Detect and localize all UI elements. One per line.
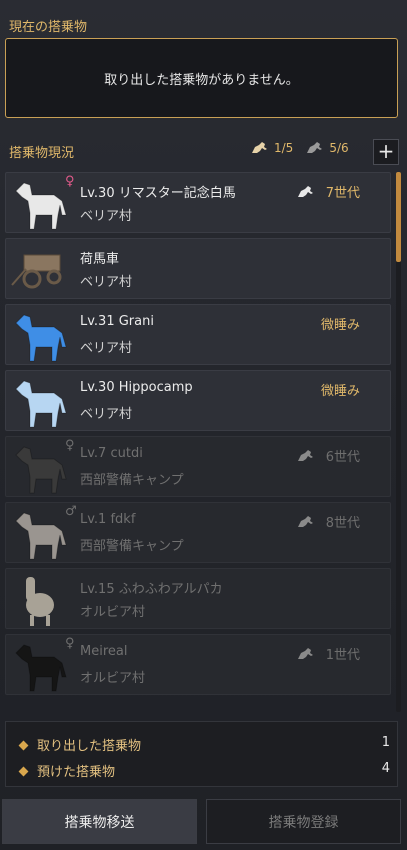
mount-generation: 8世代 [296,512,360,531]
count-stored: 5/6 [329,141,349,155]
register-button[interactable]: 搭乗物登録 [206,799,401,844]
mount-name: Lv.30 リマスター記念白馬 [80,186,236,201]
mount-row[interactable]: ♀ Lv.7 cutdi 西部警備キャンプ 6世代 [5,436,391,497]
wagon-icon [11,254,62,289]
generation-text: 6世代 [325,450,360,465]
mount-location: ベリア村 [80,275,133,290]
transfer-button[interactable]: 搭乗物移送 [2,799,197,844]
summary-out-label: 取り出した搭乗物 [37,739,142,754]
gender-icon: ♂ [65,504,77,519]
mount-state: 微睡み [320,318,360,333]
gender-icon: ♀ [65,636,75,651]
summary-box: 取り出した搭乗物 1 預けた搭乗物 4 [5,721,398,787]
mount-location: ベリア村 [80,209,133,224]
mount-row[interactable]: Lv.31 Grani ベリア村 微睡み [5,304,391,365]
mount-row[interactable]: Lv.30 Hippocamp ベリア村 微睡み [5,370,391,431]
mount-generation: 7世代 [296,182,360,201]
mount-name: Lv.31 Grani [80,314,154,329]
mount-name: Lv.7 cutdi [80,446,143,461]
horse-icon [15,182,67,230]
mount-location: 西部警備キャンプ [80,473,184,488]
generation-text: 7世代 [325,186,360,201]
summary-stored-label: 預けた搭乗物 [37,765,116,780]
count-out: 1/5 [274,141,294,155]
mount-status-title: 搭乗物現況 [9,146,75,161]
generation-horse-icon [297,185,313,197]
mount-generation: 6世代 [296,446,360,465]
summary-stored-row: 預けた搭乗物 4 [18,761,390,780]
mount-row[interactable]: ♂ Lv.1 fdkf 西部警備キャンプ 8世代 [5,502,391,563]
horse-out-icon [252,142,267,153]
empty-message: 取り出した搭乗物がありません。 [104,72,299,88]
generation-horse-icon [297,515,313,527]
generation-text: 8世代 [325,516,360,531]
mount-row[interactable]: ♀ Lv.30 リマスター記念白馬 ベリア村 7世代 [5,172,391,233]
mount-counts: 1/5 5/6 [250,141,349,155]
mount-name: 荷馬車 [80,252,120,267]
diamond-icon [18,766,29,777]
generation-horse-icon [297,647,313,659]
mount-row[interactable]: ♀ Meireal オルビア村 1世代 [5,634,391,695]
mount-row[interactable]: Lv.15 ふわふわアルパカ オルビア村 [5,568,391,629]
mount-location: オルビア村 [80,671,146,686]
mount-name: Lv.1 fdkf [80,512,136,527]
list-scrollbar[interactable] [396,172,401,712]
summary-out-value: 1 [381,735,390,750]
mount-location: 西部警備キャンプ [80,539,184,554]
horse-icon [15,446,67,494]
alpaca-icon [26,577,54,626]
horse-icon [15,512,67,560]
mount-name: Lv.30 Hippocamp [80,380,193,395]
horse-icon [15,644,67,692]
mount-name: Meireal [80,644,128,659]
diamond-icon [18,740,29,751]
summary-stored-value: 4 [381,761,390,776]
horse-icon [15,314,67,362]
current-mount-box: 取り出した搭乗物がありません。 [5,38,398,118]
mount-state: 微睡み [320,384,360,399]
stable-panel: 現在の搭乗物 取り出した搭乗物がありません。 搭乗物現況 1/5 5/6 + ♀… [0,0,407,850]
horse-icon [15,380,67,428]
mount-location: ベリア村 [80,341,133,356]
add-mount-button[interactable]: + [373,139,399,165]
gender-icon: ♀ [65,174,75,189]
scroll-thumb[interactable] [396,172,401,262]
horse-stored-icon [307,142,323,153]
mount-row[interactable]: 荷馬車 ベリア村 [5,238,391,299]
mount-location: オルビア村 [80,605,146,620]
mount-name: Lv.15 ふわふわアルパカ [80,582,223,597]
mount-location: ベリア村 [80,407,133,422]
mount-generation: 1世代 [296,644,360,663]
generation-text: 1世代 [325,648,360,663]
current-mount-title: 現在の搭乗物 [9,20,88,35]
summary-out-row: 取り出した搭乗物 1 [18,735,390,754]
generation-horse-icon [297,449,313,461]
gender-icon: ♀ [65,438,75,453]
